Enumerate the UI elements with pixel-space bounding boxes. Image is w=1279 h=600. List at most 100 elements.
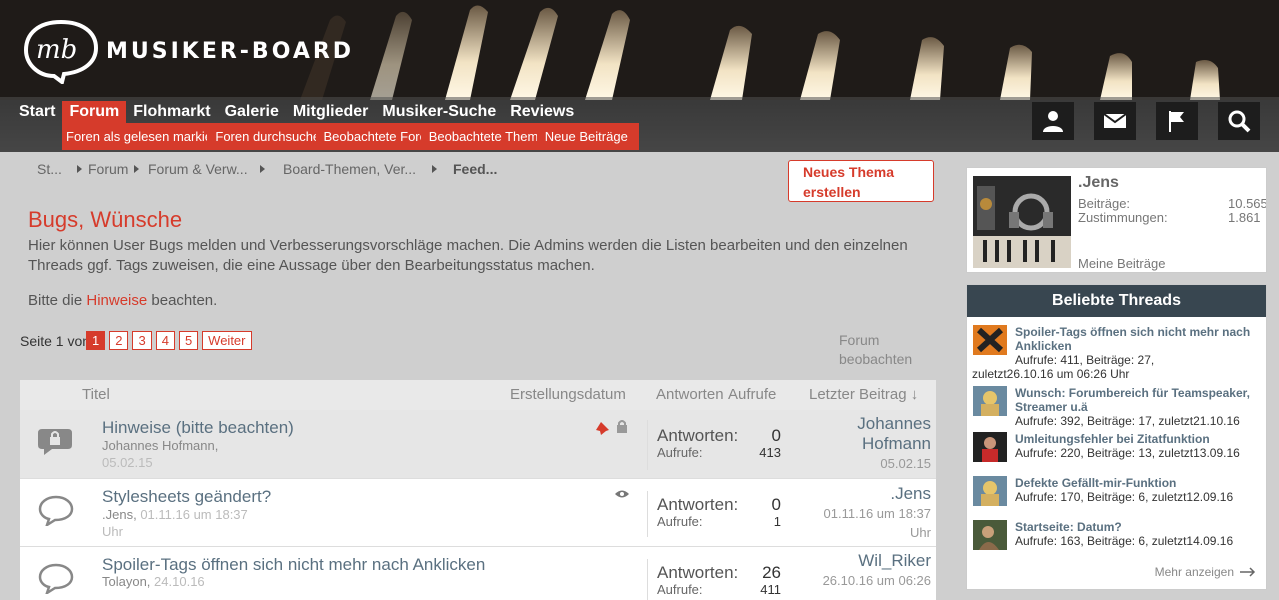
popular-thread-title[interactable]: Defekte Gefällt-mir-Funktion xyxy=(1015,476,1263,490)
page-link-1[interactable]: 1 xyxy=(86,331,106,350)
likes-count: 1.861 xyxy=(1228,210,1261,225)
main-nav: Start Forum Flohmarkt Galerie Mitglieder… xyxy=(12,101,581,123)
search-button[interactable] xyxy=(1218,102,1260,140)
page-link-5[interactable]: 5 xyxy=(178,331,199,350)
subnav-mark-read[interactable]: Foren als gelesen markieren xyxy=(66,129,207,144)
username[interactable]: .Jens xyxy=(1078,174,1119,192)
nav-flohmarkt[interactable]: Flohmarkt xyxy=(126,101,217,123)
page-link-4[interactable]: 4 xyxy=(155,331,175,350)
site-logo[interactable]: mb MUSIKER-BOARD xyxy=(22,18,354,84)
answers-count: 0 xyxy=(771,426,781,445)
views-label: Aufrufe: xyxy=(657,445,703,460)
popular-thread-info: Aufrufe: 170, Beiträge: 6, zuletzt12.09.… xyxy=(1015,490,1234,504)
page-title: Bugs, Wünsche xyxy=(28,207,183,232)
thread-thumbnail xyxy=(973,520,1007,550)
last-post-user[interactable]: .Jens xyxy=(806,484,931,504)
views-label: Aufrufe: xyxy=(657,582,703,597)
forum-description: Hier können User Bugs melden und Verbess… xyxy=(28,237,908,274)
svg-text:mb: mb xyxy=(36,35,77,65)
popular-thread-title[interactable]: Wunsch: Forumbereich für Teamspeaker, St… xyxy=(1015,386,1263,414)
answers-label: Antworten: xyxy=(657,426,739,445)
subnav-watched-threads[interactable]: Beobachtete Themen xyxy=(429,129,537,144)
locked-thread-icon xyxy=(38,429,72,455)
last-post-user[interactable]: Johannes Hofmann xyxy=(811,414,931,454)
sticky-pin-icon xyxy=(596,422,609,435)
page-label: Seite 1 von 5 xyxy=(20,332,86,349)
nav-start[interactable]: Start xyxy=(12,101,62,123)
mail-icon xyxy=(1103,113,1127,128)
hint-link[interactable]: Hinweise xyxy=(86,292,147,309)
last-post-date[interactable]: 26.10.16 um 06:26 xyxy=(801,571,931,590)
thread-list-header: Titel Erstellungsdatum Antworten Aufrufe… xyxy=(20,380,936,410)
forum-hint: Bitte die Hinweise beachten. xyxy=(28,292,218,309)
user-icon xyxy=(1043,111,1063,132)
answers-count: 26 xyxy=(762,563,781,582)
nav-reviews[interactable]: Reviews xyxy=(503,101,581,123)
col-answers[interactable]: Antworten xyxy=(656,386,724,403)
posts-label: Beiträge: xyxy=(1078,196,1131,211)
account-button[interactable] xyxy=(1032,102,1074,140)
subnav-search-forums[interactable]: Foren durchsuchen xyxy=(215,129,315,144)
popular-threads-title: Beliebte Threads xyxy=(967,285,1266,317)
alerts-button[interactable] xyxy=(1156,102,1198,140)
subnav-new-posts[interactable]: Neue Beiträge xyxy=(545,129,635,144)
popular-thread-item[interactable]: Spoiler-Tags öffnen sich nicht mehr nach… xyxy=(972,325,1265,381)
new-thread-button[interactable]: Neues Thema erstellen xyxy=(788,160,934,202)
user-avatar[interactable] xyxy=(973,176,1071,268)
watch-forum-link[interactable]: Forum beobachten xyxy=(839,331,919,369)
popular-thread-title[interactable]: Umleitungsfehler bei Zitatfunktion xyxy=(1015,432,1263,446)
popular-thread-title[interactable]: Startseite: Datum? xyxy=(1015,520,1263,534)
page-link-3[interactable]: 3 xyxy=(132,331,152,350)
subnav-watched-forums[interactable]: Beobachtete Foren xyxy=(324,129,421,144)
breadcrumb-item[interactable]: Board-Themen, Ver... xyxy=(283,161,453,177)
popular-thread-info: zuletzt26.10.16 um 06:26 Uhr xyxy=(972,367,1130,381)
views-count: 413 xyxy=(759,445,781,460)
thread-title[interactable]: Stylesheets geändert? xyxy=(102,487,271,507)
thread-thumbnail xyxy=(973,386,1007,416)
thread-title[interactable]: Hinweise (bitte beachten) xyxy=(102,418,294,438)
popular-thread-item[interactable]: Startseite: Datum? Aufrufe: 163, Beiträg… xyxy=(973,520,1265,554)
last-post-date[interactable]: 01.11.16 um 18:37 Uhr xyxy=(806,504,931,542)
breadcrumb-current[interactable]: Feed... xyxy=(453,161,497,177)
breadcrumb-item[interactable]: Forum xyxy=(88,161,148,177)
nav-musiker-suche[interactable]: Musiker-Suche xyxy=(375,101,503,123)
views-label: Aufrufe: xyxy=(657,514,703,529)
popular-threads-box: Beliebte Threads Spoiler-Tags öffnen sic… xyxy=(966,284,1267,590)
nav-galerie[interactable]: Galerie xyxy=(218,101,286,123)
breadcrumb-item[interactable]: Forum & Verw... xyxy=(148,161,283,177)
page-link-2[interactable]: 2 xyxy=(109,331,129,350)
forum-subnav: Foren als gelesen markieren Foren durchs… xyxy=(62,123,639,150)
col-last-post[interactable]: Letzter Beitrag ↓ xyxy=(809,386,918,403)
thread-date: 05.02.15 xyxy=(102,455,153,470)
last-post-date[interactable]: 05.02.15 xyxy=(811,454,931,473)
thread-icon xyxy=(38,495,74,526)
table-row[interactable]: Hinweise (bitte beachten) Johannes Hofma… xyxy=(20,410,936,479)
flag-icon xyxy=(1169,111,1184,132)
views-count: 1 xyxy=(773,514,781,529)
search-icon xyxy=(1228,110,1251,133)
messages-button[interactable] xyxy=(1094,102,1136,140)
table-row[interactable]: Spoiler-Tags öffnen sich nicht mehr nach… xyxy=(20,547,936,600)
nav-forum[interactable]: Forum xyxy=(62,101,127,123)
last-post-user[interactable]: Wil_Riker xyxy=(801,551,931,571)
popular-thread-item[interactable]: Defekte Gefällt-mir-Funktion Aufrufe: 17… xyxy=(973,476,1265,510)
thread-author[interactable]: Johannes Hofmann, xyxy=(102,438,218,453)
views-count: 411 xyxy=(760,582,781,597)
col-views[interactable]: Aufrufe xyxy=(728,386,776,403)
col-title[interactable]: Titel xyxy=(82,386,110,403)
answers-label: Antworten: xyxy=(657,495,739,514)
thread-title[interactable]: Spoiler-Tags öffnen sich nicht mehr nach… xyxy=(102,555,485,575)
breadcrumb-item[interactable]: St... xyxy=(37,161,88,177)
nav-mitglieder[interactable]: Mitglieder xyxy=(286,101,376,123)
table-row[interactable]: Stylesheets geändert? .Jens, 01.11.16 um… xyxy=(20,479,936,547)
popular-thread-item[interactable]: Umleitungsfehler bei Zitatfunktion Aufru… xyxy=(973,432,1265,466)
popular-thread-title[interactable]: Spoiler-Tags öffnen sich nicht mehr nach… xyxy=(1015,325,1263,353)
breadcrumb: St... Forum Forum & Verw... Board-Themen… xyxy=(37,161,497,177)
my-posts-link[interactable]: Meine Beiträge xyxy=(1078,256,1165,271)
show-more-link[interactable]: Mehr anzeigen xyxy=(1155,565,1256,579)
popular-thread-item[interactable]: Wunsch: Forumbereich für Teamspeaker, St… xyxy=(973,386,1265,428)
thread-author[interactable]: .Jens, xyxy=(102,507,137,522)
thread-author[interactable]: Tolayon, xyxy=(102,574,150,589)
next-page-button[interactable]: Weiter xyxy=(202,331,252,350)
col-created[interactable]: Erstellungsdatum xyxy=(510,386,626,403)
